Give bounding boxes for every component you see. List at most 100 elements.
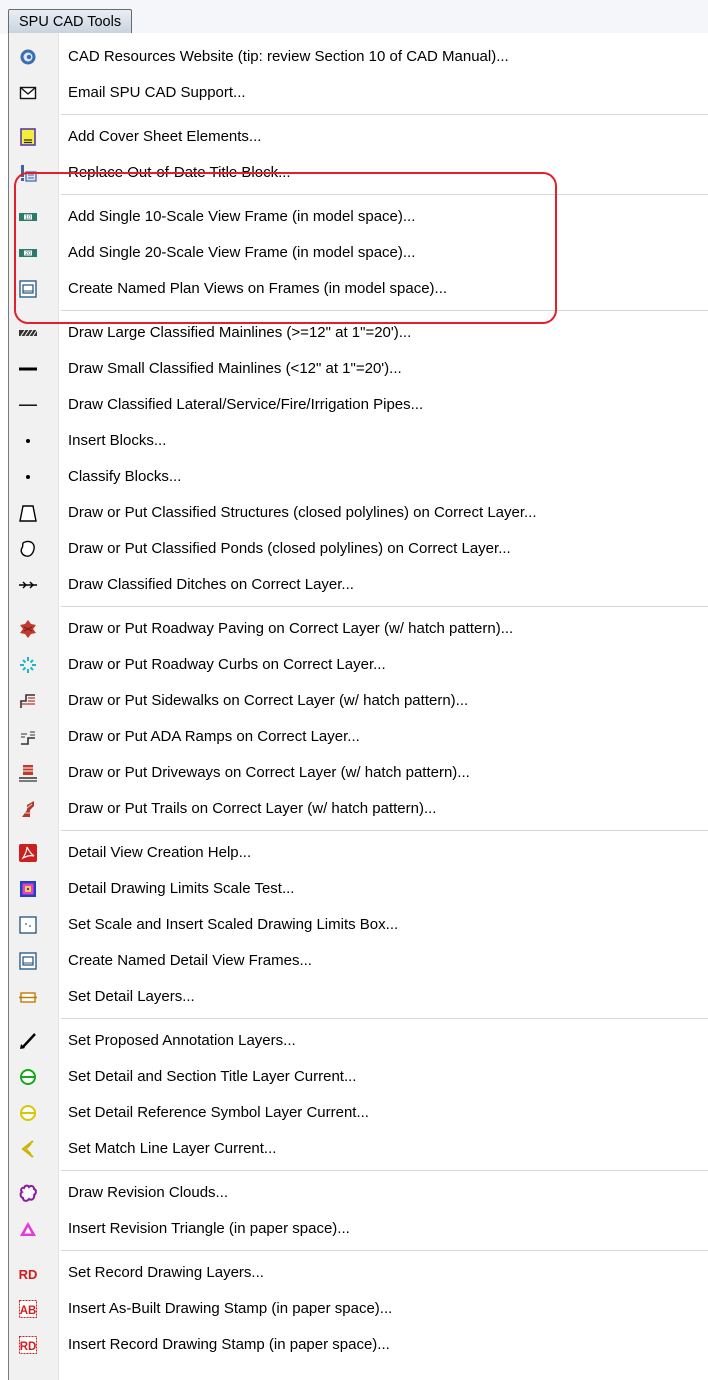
- menu-item-detail-view-creation-help[interactable]: Detail View Creation Help...: [9, 835, 708, 871]
- menu-item-label: Draw or Put ADA Ramps on Correct Layer..…: [68, 728, 360, 745]
- reference-symbol-icon: [19, 1104, 37, 1122]
- menu-item-email-spu-cad-support[interactable]: Email SPU CAD Support...: [9, 75, 708, 111]
- menu-item-set-proposed-annotation-layers[interactable]: Set Proposed Annotation Layers...: [9, 1023, 708, 1059]
- paving-icon: [19, 620, 37, 638]
- svg-text:RD: RD: [20, 1341, 37, 1353]
- menu-item-draw-or-put-roadway-curbs-on-correct-layer[interactable]: Draw or Put Roadway Curbs on Correct Lay…: [9, 647, 708, 683]
- dot-icon: [19, 432, 37, 450]
- menu-item-draw-or-put-ada-ramps-on-correct-layer[interactable]: Draw or Put ADA Ramps on Correct Layer..…: [9, 719, 708, 755]
- menu-item-label: Add Single 10-Scale View Frame (in model…: [68, 208, 416, 225]
- menu-item-label: Add Cover Sheet Elements...: [68, 128, 262, 145]
- menu-item-replace-out-of-date-title-block[interactable]: Replace Out-of-Date Title Block...: [9, 155, 708, 191]
- menu-item-set-match-line-layer-current[interactable]: Set Match Line Layer Current...: [9, 1131, 708, 1167]
- limits-test-icon: [19, 880, 37, 898]
- menu-item-add-cover-sheet-elements[interactable]: Add Cover Sheet Elements...: [9, 119, 708, 155]
- menu-item-label: Draw Revision Clouds...: [68, 1184, 229, 1201]
- dot-icon: [19, 468, 37, 486]
- match-line-icon: [19, 1140, 37, 1158]
- menu-item-draw-or-put-classified-ponds-closed-polylines-on[interactable]: Draw or Put Classified Ponds (closed pol…: [9, 531, 708, 567]
- revision-cloud-icon: [19, 1184, 37, 1202]
- menu-item-label: Set Detail Reference Symbol Layer Curren…: [68, 1104, 369, 1121]
- trail-icon: [19, 800, 37, 818]
- menu-separator: [61, 1250, 708, 1251]
- limits-box-icon: [19, 916, 37, 934]
- svg-text:10: 10: [25, 215, 31, 221]
- menu-item-label: Draw or Put Classified Structures (close…: [68, 504, 537, 521]
- menu-separator: [61, 1170, 708, 1171]
- menu-separator: [61, 606, 708, 607]
- menu-item-draw-classified-lateral-service-fire-irrigation-[interactable]: Draw Classified Lateral/Service/Fire/Irr…: [9, 387, 708, 423]
- menu-item-draw-or-put-driveways-on-correct-layer-w-hatch-p[interactable]: Draw or Put Driveways on Correct Layer (…: [9, 755, 708, 791]
- menu-item-draw-classified-ditches-on-correct-layer[interactable]: Draw Classified Ditches on Correct Layer…: [9, 567, 708, 603]
- menu-separator: [61, 830, 708, 831]
- cover-sheet-icon: [19, 128, 37, 146]
- svg-text:20: 20: [25, 251, 31, 257]
- menu-item-add-single-20-scale-view-frame-in-model-space[interactable]: 20 Add Single 20-Scale View Frame (in mod…: [9, 235, 708, 271]
- menu-item-label: Set Detail and Section Title Layer Curre…: [68, 1068, 357, 1085]
- menu-title-spu-cad-tools[interactable]: SPU CAD Tools: [8, 9, 133, 34]
- menu-item-label: Create Named Plan Views on Frames (in mo…: [68, 280, 448, 297]
- menu-item-set-detail-layers[interactable]: Set Detail Layers...: [9, 979, 708, 1015]
- envelope-icon: [19, 84, 37, 102]
- menu-item-add-single-10-scale-view-frame-in-model-space[interactable]: 10 Add Single 10-Scale View Frame (in mod…: [9, 199, 708, 235]
- menu-item-label: Insert Blocks...: [68, 432, 167, 449]
- menu-item-insert-blocks[interactable]: Insert Blocks...: [9, 423, 708, 459]
- rd-stamp-icon: RD: [19, 1336, 37, 1354]
- menu-item-detail-drawing-limits-scale-test[interactable]: Detail Drawing Limits Scale Test...: [9, 871, 708, 907]
- menu-item-set-detail-and-section-title-layer-current[interactable]: Set Detail and Section Title Layer Curre…: [9, 1059, 708, 1095]
- menu-item-create-named-detail-view-frames[interactable]: Create Named Detail View Frames...: [9, 943, 708, 979]
- menu-item-insert-revision-triangle-in-paper-space[interactable]: Insert Revision Triangle (in paper space…: [9, 1211, 708, 1247]
- menu-item-label: Draw or Put Roadway Curbs on Correct Lay…: [68, 656, 386, 673]
- closed-polyline-icon: [19, 504, 37, 522]
- menu-item-label: Set Record Drawing Layers...: [68, 1264, 264, 1281]
- menu-item-draw-or-put-classified-structures-closed-polylin[interactable]: Draw or Put Classified Structures (close…: [9, 495, 708, 531]
- menu-item-label: Set Proposed Annotation Layers...: [68, 1032, 296, 1049]
- menu-item-insert-record-drawing-stamp-in-paper-space[interactable]: RD Insert Record Drawing Stamp (in paper …: [9, 1327, 708, 1363]
- menu-item-label: Draw Classified Lateral/Service/Fire/Irr…: [68, 396, 424, 413]
- pond-outline-icon: [19, 540, 37, 558]
- menu-item-label: Set Match Line Layer Current...: [68, 1140, 277, 1157]
- sidewalk-icon: [19, 692, 37, 710]
- menu-item-insert-as-built-drawing-stamp-in-paper-space[interactable]: AB Insert As-Built Drawing Stamp (in pape…: [9, 1291, 708, 1327]
- menu-separator: [61, 114, 708, 115]
- menu-item-draw-small-classified-mainlines-12-at-1-20[interactable]: Draw Small Classified Mainlines (<12" at…: [9, 351, 708, 387]
- dropdown-menu: CAD Resources Website (tip: review Secti…: [8, 33, 708, 1380]
- menu-item-cad-resources-website-tip-review-section-10-of-c[interactable]: CAD Resources Website (tip: review Secti…: [9, 39, 708, 75]
- menu-item-classify-blocks[interactable]: Classify Blocks...: [9, 459, 708, 495]
- menu-item-label: CAD Resources Website (tip: review Secti…: [68, 48, 509, 65]
- ab-stamp-icon: AB: [19, 1300, 37, 1318]
- menu-item-label: Insert Revision Triangle (in paper space…: [68, 1220, 350, 1237]
- menu-separator: [61, 1018, 708, 1019]
- named-view-frame-icon: [19, 952, 37, 970]
- menu-bar: SPU CAD Tools: [0, 0, 708, 34]
- menu-item-label: Set Scale and Insert Scaled Drawing Limi…: [68, 916, 399, 933]
- thin-line-icon: [19, 396, 37, 414]
- driveway-icon: [19, 764, 37, 782]
- menu-item-set-record-drawing-layers[interactable]: RD Set Record Drawing Layers...: [9, 1255, 708, 1291]
- revision-triangle-icon: [19, 1220, 37, 1238]
- menu-item-label: Draw or Put Trails on Correct Layer (w/ …: [68, 800, 437, 817]
- menu-item-draw-revision-clouds[interactable]: Draw Revision Clouds...: [9, 1175, 708, 1211]
- menu-item-label: Draw or Put Classified Ponds (closed pol…: [68, 540, 511, 557]
- annotation-leader-icon: [19, 1032, 37, 1050]
- menu-item-create-named-plan-views-on-frames-in-model-space[interactable]: Create Named Plan Views on Frames (in mo…: [9, 271, 708, 307]
- menu-item-draw-or-put-sidewalks-on-correct-layer-w-hatch-p[interactable]: Draw or Put Sidewalks on Correct Layer (…: [9, 683, 708, 719]
- menu-item-label: Draw or Put Sidewalks on Correct Layer (…: [68, 692, 469, 709]
- ada-ramp-icon: [19, 728, 37, 746]
- menu-item-set-scale-and-insert-scaled-drawing-limits-box[interactable]: Set Scale and Insert Scaled Drawing Limi…: [9, 907, 708, 943]
- menu-item-label: Draw or Put Driveways on Correct Layer (…: [68, 764, 470, 781]
- menu-item-label: Draw Large Classified Mainlines (>=12" a…: [68, 324, 412, 341]
- menu-item-label: Detail View Creation Help...: [68, 844, 252, 861]
- menu-item-set-detail-reference-symbol-layer-current[interactable]: Set Detail Reference Symbol Layer Curren…: [9, 1095, 708, 1131]
- pdf-icon: [19, 844, 37, 862]
- thick-line-icon: [19, 360, 37, 378]
- menu-item-draw-or-put-trails-on-correct-layer-w-hatch-patt[interactable]: Draw or Put Trails on Correct Layer (w/ …: [9, 791, 708, 827]
- scale-20-frame-icon: 20: [19, 244, 37, 262]
- menu-item-label: Set Detail Layers...: [68, 988, 195, 1005]
- menu-item-draw-or-put-roadway-paving-on-correct-layer-w-ha[interactable]: Draw or Put Roadway Paving on Correct La…: [9, 611, 708, 647]
- menu-item-label: Detail Drawing Limits Scale Test...: [68, 880, 295, 897]
- menu-item-label: Create Named Detail View Frames...: [68, 952, 312, 969]
- menu-item-draw-large-classified-mainlines-12-at-1-20[interactable]: Draw Large Classified Mainlines (>=12" a…: [9, 315, 708, 351]
- menu-separator: [61, 194, 708, 195]
- menu-separator: [61, 310, 708, 311]
